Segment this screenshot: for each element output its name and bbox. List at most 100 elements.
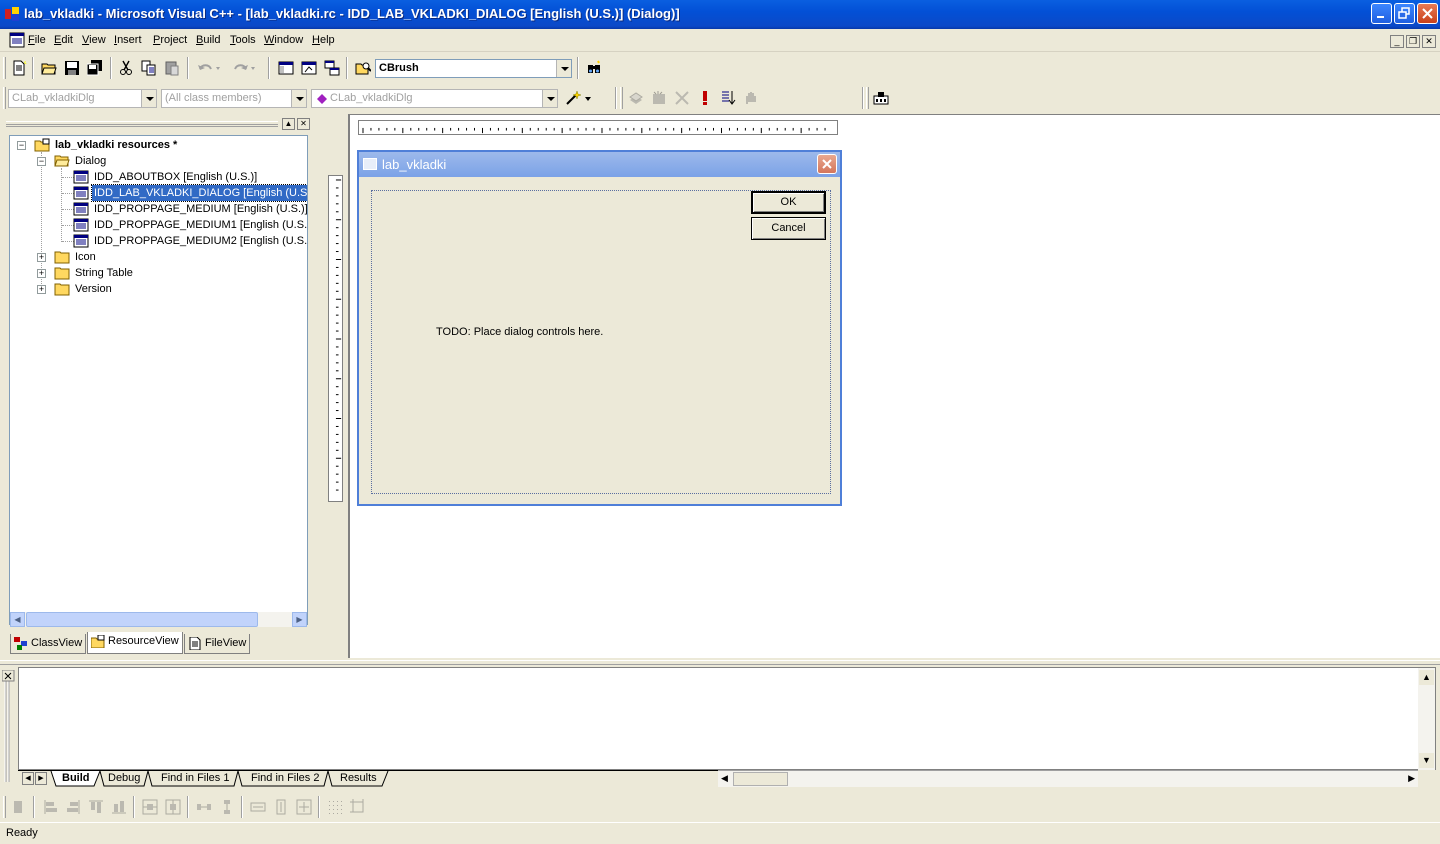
todo-static-text[interactable]: TODO: Place dialog controls here. xyxy=(436,326,603,338)
restore-button[interactable] xyxy=(1394,3,1415,24)
output-horizontal-scrollbar[interactable]: ◀ ▶ xyxy=(718,770,1418,787)
output-vertical-scrollbar[interactable]: ▲ ▼ xyxy=(1418,668,1435,770)
test-button[interactable] xyxy=(8,797,28,817)
menu-view[interactable]: View xyxy=(82,34,106,46)
toolbar-grip[interactable] xyxy=(3,87,6,109)
space-down-button[interactable] xyxy=(217,797,237,817)
close-button[interactable] xyxy=(1417,3,1438,24)
open-button[interactable] xyxy=(39,58,59,78)
save-button[interactable] xyxy=(62,58,82,78)
tab-classview[interactable]: ClassView xyxy=(10,634,86,654)
menu-tools[interactable]: Tools xyxy=(230,34,256,46)
redo-button[interactable] xyxy=(229,58,259,78)
window-list-button[interactable] xyxy=(322,58,342,78)
class-combo[interactable]: CLab_vkladkiDlg xyxy=(8,89,157,108)
workspace-button[interactable] xyxy=(276,58,296,78)
horizontal-ruler[interactable] xyxy=(358,120,838,135)
workspace-maximize-button[interactable]: ▲ xyxy=(282,118,295,130)
tree-horizontal-scrollbar[interactable]: ◀ ▶ xyxy=(10,612,307,627)
same-size-button[interactable] xyxy=(294,797,314,817)
cancel-button[interactable]: Cancel xyxy=(751,217,826,240)
cut-button[interactable] xyxy=(116,58,136,78)
find-button[interactable] xyxy=(584,58,604,78)
execute-button[interactable] xyxy=(695,88,715,108)
expand-icon-toggle[interactable]: + xyxy=(37,253,46,262)
scroll-left-button[interactable]: ◀ xyxy=(10,612,25,627)
toolbar-grip[interactable] xyxy=(620,87,623,109)
undo-button[interactable] xyxy=(194,58,224,78)
document-icon[interactable] xyxy=(9,32,25,48)
window-title-bar[interactable]: lab_vkladki - Microsoft Visual C++ - [la… xyxy=(0,0,1440,29)
stop-build-button[interactable] xyxy=(672,88,692,108)
save-all-button[interactable] xyxy=(85,58,105,78)
expand-string-table-toggle[interactable]: + xyxy=(37,269,46,278)
collapse-dialog-toggle[interactable]: − xyxy=(37,157,46,166)
go-button[interactable] xyxy=(718,88,738,108)
center-vertical-button[interactable] xyxy=(140,797,160,817)
scroll-down-button[interactable]: ▼ xyxy=(1419,753,1434,768)
output-scroll-thumb[interactable] xyxy=(733,772,788,786)
align-top-button[interactable] xyxy=(86,797,106,817)
toolbar-grip[interactable] xyxy=(3,57,6,79)
scroll-left-arrow-icon[interactable]: ◀ xyxy=(721,773,728,784)
align-right-button[interactable] xyxy=(63,797,83,817)
wizardbar-actions-button[interactable] xyxy=(562,88,596,108)
same-height-button[interactable] xyxy=(271,797,291,817)
find-in-files-button[interactable] xyxy=(353,58,373,78)
minimize-button[interactable] xyxy=(1371,3,1392,24)
toolbar-grip[interactable] xyxy=(866,87,869,109)
collapse-root-toggle[interactable]: − xyxy=(17,141,26,150)
find-combo[interactable]: CBrush xyxy=(375,59,572,78)
toolbar-grip[interactable] xyxy=(3,796,6,818)
dialog-preview[interactable]: lab_vkladki OK Cancel TODO: Place dialog… xyxy=(357,150,842,506)
output-text-area[interactable]: ▲ ▼ xyxy=(18,667,1436,770)
scroll-thumb[interactable] xyxy=(26,612,258,627)
expand-version-toggle[interactable]: + xyxy=(37,285,46,294)
dialog-close-button[interactable] xyxy=(817,154,837,174)
toggle-guides-button[interactable] xyxy=(348,797,368,817)
output-button[interactable] xyxy=(299,58,319,78)
menu-insert[interactable]: Insert xyxy=(114,34,142,46)
toggle-grid-button[interactable] xyxy=(325,797,345,817)
scroll-right-arrow-icon[interactable]: ▶ xyxy=(1408,773,1415,784)
mdi-minimize-button[interactable]: _ xyxy=(1390,35,1404,48)
find-combo-arrow[interactable] xyxy=(556,60,571,77)
center-horizontal-button[interactable] xyxy=(163,797,183,817)
workspace-close-button[interactable]: ✕ xyxy=(297,118,310,130)
output-tab-find-in-files-2[interactable]: Find in Files 2 xyxy=(251,771,319,787)
align-bottom-button[interactable] xyxy=(109,797,129,817)
class-combo-arrow[interactable] xyxy=(141,90,156,107)
vertical-ruler[interactable] xyxy=(328,175,343,502)
mdi-close-button[interactable]: ✕ xyxy=(1422,35,1436,48)
space-across-button[interactable] xyxy=(194,797,214,817)
tab-fileview[interactable]: FileView xyxy=(184,634,250,654)
scroll-right-button[interactable]: ▶ xyxy=(292,612,307,627)
tab-resourceview[interactable]: ResourceView xyxy=(87,632,183,654)
resource-tree[interactable]: − lab_vkladki resources * − Dialog IDD_A… xyxy=(9,135,308,625)
paste-button[interactable] xyxy=(162,58,182,78)
scroll-up-button[interactable]: ▲ xyxy=(1419,670,1434,685)
output-tab-results[interactable]: Results xyxy=(340,771,377,787)
menu-project[interactable]: Project xyxy=(153,34,187,46)
same-width-button[interactable] xyxy=(248,797,268,817)
filter-combo[interactable]: (All class members) xyxy=(161,89,307,108)
test-dialog-button[interactable] xyxy=(871,88,891,108)
menu-file[interactable]: File xyxy=(28,34,46,46)
dialog-client-area[interactable]: OK Cancel TODO: Place dialog controls he… xyxy=(371,190,831,494)
copy-button[interactable] xyxy=(139,58,159,78)
output-gripper[interactable] xyxy=(2,670,16,788)
dialog-editor-area[interactable]: lab_vkladki OK Cancel TODO: Place dialog… xyxy=(328,114,1440,658)
breakpoint-button[interactable] xyxy=(741,88,761,108)
menu-build[interactable]: Build xyxy=(196,34,220,46)
output-tab-debug[interactable]: Debug xyxy=(108,771,140,787)
ok-button[interactable]: OK xyxy=(751,191,826,214)
build-button[interactable] xyxy=(649,88,669,108)
dialog-title-bar[interactable]: lab_vkladki xyxy=(359,152,840,177)
members-combo[interactable]: CLab_vkladkiDlg xyxy=(311,89,558,108)
compile-button[interactable] xyxy=(626,88,646,108)
pane-splitter[interactable] xyxy=(0,660,1440,665)
workspace-gripper[interactable]: ▲ ✕ xyxy=(6,118,312,130)
new-text-file-button[interactable] xyxy=(9,58,29,78)
output-tab-build[interactable]: Build xyxy=(62,771,90,787)
output-tab-find-in-files-1[interactable]: Find in Files 1 xyxy=(161,771,229,787)
